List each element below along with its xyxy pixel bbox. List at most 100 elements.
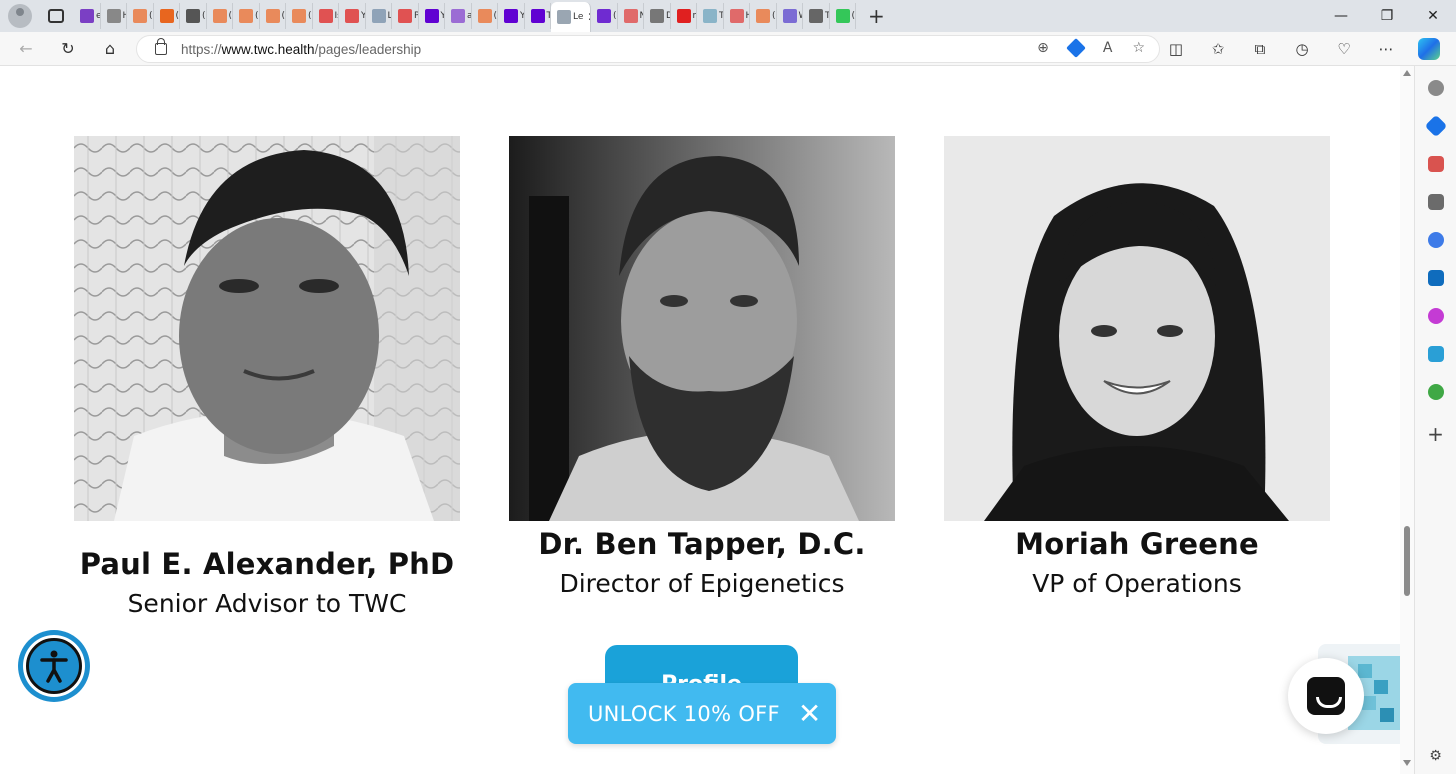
back-button[interactable]: ← [12,35,40,63]
sidebar-games-icon[interactable] [1427,194,1444,210]
browser-tab[interactable]: Tl [697,3,724,29]
browser-tab[interactable]: (9 [591,3,618,29]
tab-favicon-icon [650,9,664,23]
tab-favicon-icon [345,9,359,23]
tab-favicon-icon [756,9,770,23]
tab-favicon-icon [557,10,571,24]
collections-icon[interactable]: ⧉ [1250,40,1270,58]
lock-icon[interactable] [155,38,167,55]
browser-tab[interactable]: (1 [750,3,777,29]
more-menu-icon[interactable]: ⋯ [1376,40,1396,58]
sidebar-tree-icon[interactable] [1427,384,1444,400]
unlock-discount-label[interactable]: UNLOCK 10% OFF [588,702,780,726]
sidebar-tools-icon[interactable] [1427,156,1444,172]
tab-favicon-icon [318,9,333,23]
accessibility-person-icon [26,638,82,694]
favorite-star-icon[interactable]: ☆ [1132,40,1145,56]
address-bar[interactable]: https://www.twc.health/pages/leadership … [136,35,1160,63]
scroll-thumb[interactable] [1404,526,1410,596]
portrait-photo [509,136,895,521]
browser-tab[interactable]: Tl [803,3,830,29]
zoom-icon[interactable]: ⊕ [1037,40,1049,56]
tab-favicon-icon [424,9,439,23]
browser-tab[interactable]: m [671,3,697,29]
browser-tab[interactable]: H [724,3,750,29]
tab-label: (4 [851,11,856,21]
browser-tab[interactable]: Ya [419,3,445,29]
page-content: Paul E. Alexander, PhD Senior Advisor to… [0,66,1400,774]
tab-favicon-icon [451,9,465,23]
performance-icon[interactable]: ♡ [1334,40,1354,58]
sidebar-copilot-icon[interactable] [1427,232,1444,248]
tab-favicon-icon [597,9,611,23]
read-aloud-icon[interactable]: A [1103,40,1113,56]
tab-favicon-icon [212,9,227,23]
profile-avatar-icon[interactable] [8,4,32,28]
history-icon[interactable]: ◷ [1292,40,1312,58]
scroll-up-icon[interactable] [1403,70,1411,76]
browser-tab[interactable]: (1 [207,3,233,29]
browser-tab[interactable]: Yo [339,3,366,29]
browser-extensions: ◫ ✩ ⧉ ◷ ♡ ⋯ [1166,38,1440,60]
browser-tab[interactable]: (1 [127,3,154,29]
tab-favicon-icon [106,9,121,23]
browser-tab[interactable]: TV [525,3,551,29]
window-controls: — ❐ ✕ [1318,0,1456,32]
tab-actions-icon[interactable] [48,9,64,23]
close-icon[interactable]: ✕ [798,699,821,728]
browser-tab[interactable]: N [618,3,644,29]
browser-tab[interactable]: al [445,3,472,29]
browser-tab[interactable]: (1 [260,3,286,29]
scroll-down-icon[interactable] [1403,760,1411,766]
copilot-icon[interactable] [1418,38,1440,60]
sidebar-shopping-icon[interactable] [1424,114,1447,138]
team-member-role: Director of Epigenetics [559,569,845,598]
team-card: Paul E. Alexander, PhD Senior Advisor to… [74,136,460,618]
browser-tab[interactable]: Is [313,3,339,29]
unlock-discount-popup[interactable]: UNLOCK 10% OFF ✕ [568,683,836,744]
sidebar-outlook-icon[interactable] [1427,270,1444,286]
split-screen-icon[interactable]: ◫ [1166,40,1186,58]
minimize-button[interactable]: — [1318,8,1364,24]
new-tab-button[interactable]: + [868,6,885,26]
browser-tab[interactable]: (1 [154,3,180,29]
sidebar-designer-icon[interactable] [1427,308,1444,324]
portrait-photo [74,136,460,521]
page-scrollbar[interactable] [1400,66,1414,774]
tab-favicon-icon [398,9,412,23]
browser-tab[interactable]: Pl [392,3,419,29]
browser-tab[interactable]: (1 [286,3,313,29]
tab-favicon-icon [530,9,545,23]
browser-tab[interactable]: Le✕ [551,2,591,32]
browser-toolbar: ← ↻ ⌂ https://www.twc.health/pages/leade… [0,32,1456,66]
sidebar-add-icon[interactable]: + [1427,424,1444,444]
home-button[interactable]: ⌂ [96,35,124,63]
sidebar-send-icon[interactable] [1427,346,1444,362]
browser-tab[interactable]: ed [74,3,101,29]
browser-tab[interactable]: (1 [472,3,498,29]
browser-tab[interactable]: W [777,3,803,29]
tab-favicon-icon [504,9,518,23]
browser-tab[interactable]: Lo [366,3,392,29]
browser-tab[interactable]: Ya [498,3,525,29]
browser-tab[interactable]: H [101,3,127,29]
sidebar-search-icon[interactable] [1427,80,1444,96]
tab-favicon-icon [80,9,94,23]
close-window-button[interactable]: ✕ [1410,8,1456,24]
browser-tab[interactable]: (1 [233,3,260,29]
restore-button[interactable]: ❐ [1364,8,1410,24]
tab-favicon-icon [835,9,850,23]
sidebar-settings-icon[interactable]: ⚙ [1429,748,1442,764]
shopping-tag-icon[interactable] [1065,38,1086,58]
team-member-role: Senior Advisor to TWC [127,589,407,618]
edge-sidebar: + ⚙ [1414,66,1456,774]
browser-tab[interactable]: (1 [180,3,207,29]
chat-button[interactable] [1288,658,1364,734]
browser-tab[interactable]: D [644,3,671,29]
reload-button[interactable]: ↻ [54,35,82,63]
browser-tab[interactable]: (4 [830,3,856,29]
tab-favicon-icon [292,9,306,23]
favorites-icon[interactable]: ✩ [1208,40,1228,58]
url-text[interactable]: https://www.twc.health/pages/leadership [181,42,421,57]
accessibility-button[interactable] [18,630,90,702]
